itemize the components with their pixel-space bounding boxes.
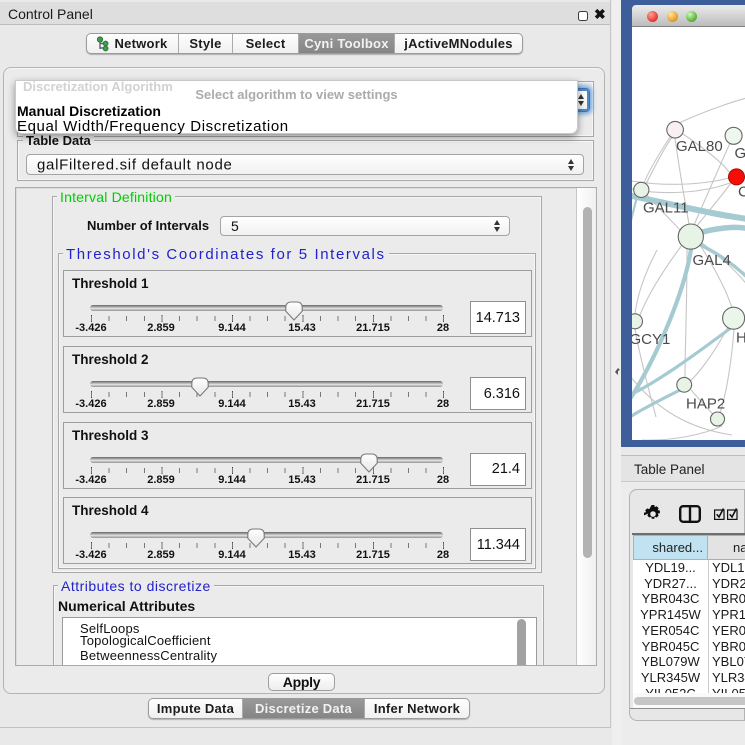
svg-text:G.: G. [735, 145, 745, 162]
svg-text:GAL11: GAL11 [643, 199, 689, 216]
svg-text:H: H [736, 330, 745, 347]
svg-text:C: C [738, 184, 745, 201]
svg-text:HAP2: HAP2 [686, 396, 725, 413]
svg-text:GCY1: GCY1 [632, 331, 670, 348]
svg-text:GAL80: GAL80 [676, 138, 723, 155]
svg-text:GAL4: GAL4 [693, 252, 731, 269]
